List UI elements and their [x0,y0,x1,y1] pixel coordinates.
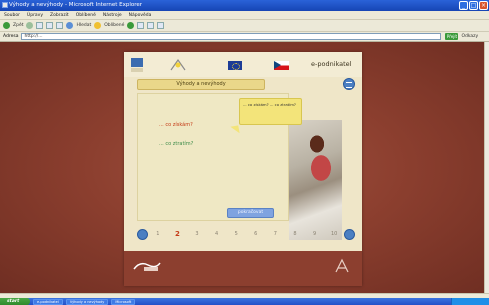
page-6[interactable]: 6 [246,231,266,237]
stop-icon[interactable] [36,22,44,29]
favorites-label[interactable]: Oblíbené [104,23,124,28]
go-button[interactable]: Přejít [445,33,459,40]
continue-button[interactable]: pokračovat [227,208,274,218]
student-photo [289,120,342,240]
next-page-button[interactable] [343,228,355,240]
favorites-icon[interactable] [94,22,102,29]
link-gains[interactable]: ... co získám? [159,122,193,128]
page-4[interactable]: 4 [207,231,227,237]
footer-logo-icon [133,262,161,271]
back-label[interactable]: Zpět [13,23,23,28]
address-label: Adresa [3,34,19,39]
module-header: e-podnikatel [124,52,362,77]
window-controls: _ □ × [459,1,488,10]
address-bar: Adresa http://... Přejít Odkazy [0,32,489,42]
ie-icon [2,2,8,8]
forward-icon[interactable] [26,22,34,29]
window-title: Výhody a nevýhody - Microsoft Internet E… [9,2,143,8]
page-8[interactable]: 8 [285,231,305,237]
maximize-button[interactable]: □ [469,1,478,10]
czech-flag-icon [274,61,289,70]
page-9[interactable]: 9 [305,231,325,237]
screen: Výhody a nevýhody - Microsoft Internet E… [0,0,489,305]
callout-tail [230,125,240,135]
page-2-current[interactable]: 2 [168,230,188,238]
media-icon[interactable] [127,22,135,29]
history-icon[interactable] [137,22,145,29]
page-1[interactable]: 1 [148,231,168,237]
page-10[interactable]: 10 [324,231,344,237]
menu-item-tools[interactable]: Nástroje [103,11,122,19]
page-3[interactable]: 3 [187,231,207,237]
esf-logo-icon [170,58,186,71]
print-icon[interactable] [157,22,165,29]
close-button[interactable]: × [479,1,488,10]
callout-bubble: ... co získám? ... co ztratím? [239,98,302,125]
search-label[interactable]: Hledat [76,23,91,28]
address-input[interactable]: http://... [21,33,442,40]
eu-flag-icon [228,61,242,70]
task-button-2[interactable]: Výhody a nevýhody [65,298,109,305]
refresh-icon[interactable] [46,22,54,29]
menu-item-file[interactable]: Soubor [4,11,20,19]
minimize-button[interactable]: _ [459,1,468,10]
back-icon[interactable] [3,22,10,29]
page-7[interactable]: 7 [266,231,286,237]
mail-icon[interactable] [147,22,155,29]
page-5[interactable]: 5 [226,231,246,237]
page-navigation: 1 2 3 4 5 6 7 8 9 10 [137,227,355,241]
window-titlebar: Výhody a nevýhody - Microsoft Internet E… [0,0,489,11]
task-button-3[interactable]: Microsoft [111,298,136,305]
search-icon[interactable] [66,22,74,29]
brand-title: e-podnikatel [311,60,352,68]
menu-item-help[interactable]: Nápověda [129,11,152,19]
home-icon[interactable] [56,22,64,29]
module-menu-button[interactable] [343,78,355,90]
system-tray [451,298,489,305]
link-losses[interactable]: ... co ztratím? [159,141,193,147]
taskbar: start e-podnikatel Výhody a nevýhody Mic… [0,298,489,305]
module-panel: e-podnikatel Výhody a nevýhody ... co zí… [124,52,362,286]
footer-mark-icon [335,258,349,273]
start-button[interactable]: start [0,298,30,305]
menu-item-edit[interactable]: Úpravy [27,11,43,19]
links-label[interactable]: Odkazy [461,34,478,39]
menu-item-favorites[interactable]: Oblíbené [76,11,96,19]
browser-toolbar: Zpět Hledat Oblíbené [0,20,489,32]
section-title: Výhody a nevýhody [137,79,265,90]
module-footer [124,251,362,286]
vertical-scrollbar[interactable] [484,42,489,293]
prev-page-button[interactable] [137,228,148,240]
menu-bar: Soubor Úpravy Zobrazit Oblíbené Nástroje… [0,11,489,20]
menu-item-view[interactable]: Zobrazit [50,11,69,19]
task-button-1[interactable]: e-podnikatel [33,298,63,305]
ministry-logo-icon [131,58,143,72]
